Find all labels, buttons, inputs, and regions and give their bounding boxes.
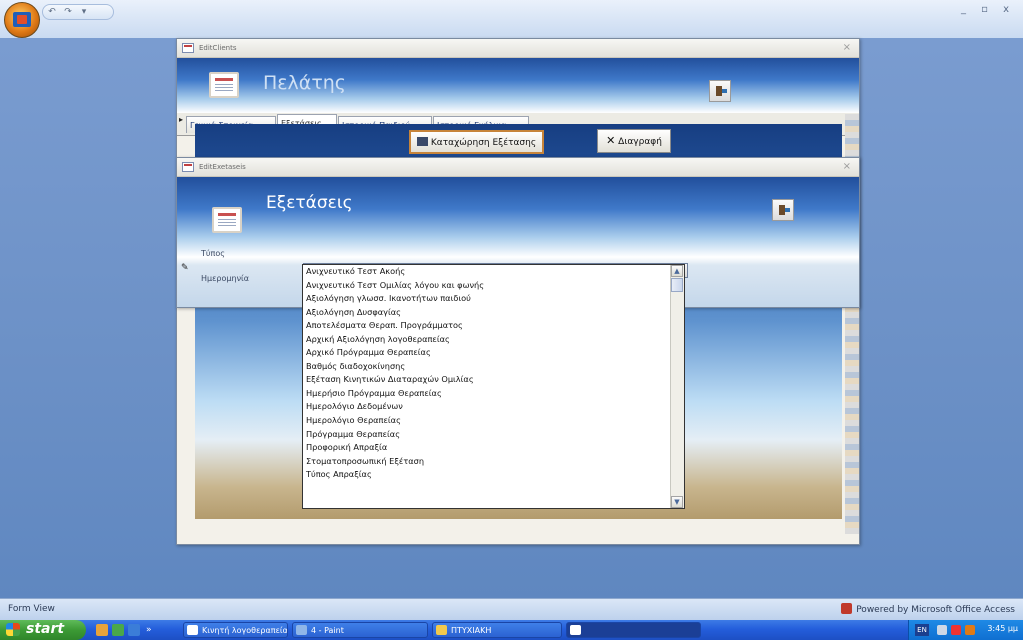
exams-header: Εξετάσεις — [177, 177, 859, 257]
office-logo-icon — [13, 12, 31, 27]
dropdown-option[interactable]: Προφορική Απραξία — [303, 441, 672, 455]
scroll-down-icon[interactable]: ▼ — [671, 496, 683, 508]
task-button[interactable]: 4 - Paint — [292, 622, 428, 638]
undo-icon[interactable]: ↶ — [47, 7, 57, 17]
task-button[interactable]: ΠΤΥΧΙΑΚΗ — [432, 622, 562, 638]
quicklaunch-icon[interactable] — [128, 624, 140, 636]
delete-button[interactable]: ✕ Διαγραφή — [597, 129, 671, 153]
task-label: Κινητή λογοθεραπεία... — [202, 626, 288, 635]
customize-toolbar-icon[interactable]: ▾ — [79, 7, 89, 17]
office-logo-icon — [841, 603, 853, 614]
clock: 3:45 μμ — [987, 624, 1018, 633]
clients-window-titlebar[interactable]: EditClients × — [177, 39, 859, 58]
dropdown-option[interactable]: Τύπος Απραξίας — [303, 468, 672, 482]
dropdown-option[interactable]: Αξιολόγηση Δυσφαγίας — [303, 306, 672, 320]
dropdown-option[interactable]: Ημερολόγιο Δεδομένων — [303, 400, 672, 414]
language-indicator[interactable]: EN — [915, 624, 929, 636]
clients-window-title: EditClients — [199, 44, 237, 52]
exam-type-options: Ανιχνευτικό Τεστ Ακοής Ανιχνευτικό Τεστ Ο… — [303, 265, 672, 482]
delete-label: Διαγραφή — [618, 137, 662, 147]
type-label: Τύπος — [201, 249, 225, 258]
dropdown-option[interactable]: Πρόγραμμα Θεραπείας — [303, 428, 672, 442]
task-label: ΠΤΥΧΙΑΚΗ — [451, 626, 492, 635]
start-label: start — [26, 621, 65, 637]
tray-icon[interactable] — [951, 625, 961, 635]
dropdown-option[interactable]: Αρχικό Πρόγραμμα Θεραπείας — [303, 346, 672, 360]
powered-by: Powered by Microsoft Office Access — [841, 603, 1015, 615]
exams-header-title: Εξετάσεις — [266, 193, 353, 213]
dropdown-option[interactable]: Βαθμός διαδοχοκίνησης — [303, 360, 672, 374]
windows-taskbar: start » Κινητή λογοθεραπεία... 4 - Paint… — [0, 620, 1023, 640]
quicklaunch-icon[interactable] — [96, 624, 108, 636]
dropdown-option[interactable]: Ημερήσιο Πρόγραμμα Θεραπείας — [303, 387, 672, 401]
windows-flag-icon — [6, 623, 20, 636]
tray-icon[interactable] — [937, 625, 947, 635]
quicklaunch-icon[interactable] — [112, 624, 124, 636]
form-icon — [182, 43, 194, 53]
dropdown-option[interactable]: Ανιχνευτικό Τεστ Ακοής — [303, 265, 672, 279]
dropdown-option[interactable]: Αρχική Αξιολόγηση λογοθεραπείας — [303, 333, 672, 347]
status-text: Form View — [8, 604, 55, 614]
more-icon[interactable]: » — [146, 624, 158, 636]
date-label: Ημερομηνία — [201, 274, 250, 283]
powered-by-text: Powered by Microsoft Office Access — [856, 605, 1015, 615]
dropdown-scrollbar[interactable]: ▲ ▼ — [670, 265, 684, 508]
delete-x-icon: ✕ — [606, 134, 616, 147]
start-button[interactable]: start — [0, 620, 86, 640]
close-icon[interactable]: × — [843, 39, 851, 57]
quick-access-toolbar: ↶ ↷ ▾ — [42, 4, 114, 20]
form-icon — [182, 162, 194, 172]
record-exam-label: Καταχώρηση Εξέτασης — [430, 138, 537, 148]
exit-button[interactable] — [709, 80, 731, 102]
task-label: 4 - Paint — [311, 626, 344, 635]
office-title-bar: ↶ ↷ ▾ _ ▫ x — [0, 0, 1023, 39]
dropdown-option[interactable]: Ημερολόγιο Θεραπείας — [303, 414, 672, 428]
office-button[interactable] — [4, 2, 40, 38]
dropdown-option[interactable]: Στοματοπροσωπική Εξέταση — [303, 455, 672, 469]
scroll-up-icon[interactable]: ▲ — [671, 265, 683, 277]
dropdown-option[interactable]: Αποτελέσματα Θεραπ. Προγράμματος — [303, 319, 672, 333]
system-tray: EN 3:45 μμ — [908, 620, 1023, 640]
dropdown-option[interactable]: Αξιολόγηση γλωσσ. Ικανοτήτων παιδιού — [303, 292, 672, 306]
exit-button[interactable] — [772, 199, 794, 221]
close-icon[interactable]: × — [843, 158, 851, 176]
clients-header: Πελάτης — [177, 58, 859, 113]
dropdown-option[interactable]: Εξέταση Κινητικών Διαταραχών Ομιλίας — [303, 373, 672, 387]
record-edit-indicator[interactable]: ✎ — [181, 263, 189, 273]
dropdown-option[interactable]: Ανιχνευτικό Τεστ Ομιλίας λόγου και φωνής — [303, 279, 672, 293]
redo-icon[interactable]: ↷ — [63, 7, 73, 17]
record-exam-button[interactable]: Καταχώρηση Εξέτασης — [409, 130, 544, 154]
scroll-thumb[interactable] — [671, 278, 683, 292]
exams-window-titlebar[interactable]: EditExetaseis × — [177, 158, 859, 177]
form-header-icon — [209, 72, 239, 98]
task-button[interactable] — [566, 622, 701, 638]
task-button[interactable]: Κινητή λογοθεραπεία... — [183, 622, 288, 638]
record-selector[interactable]: ▸ — [179, 115, 183, 124]
exam-type-dropdown: Ανιχνευτικό Τεστ Ακοής Ανιχνευτικό Τεστ Ο… — [302, 264, 685, 509]
status-bar: Form View Powered by Microsoft Office Ac… — [0, 598, 1023, 621]
clients-header-title: Πελάτης — [263, 72, 346, 94]
form-icon — [416, 137, 428, 146]
form-header-icon — [212, 207, 242, 233]
window-controls[interactable]: _ ▫ x — [961, 4, 1015, 15]
exams-window-title: EditExetaseis — [199, 163, 246, 171]
tray-icon[interactable] — [965, 625, 975, 635]
